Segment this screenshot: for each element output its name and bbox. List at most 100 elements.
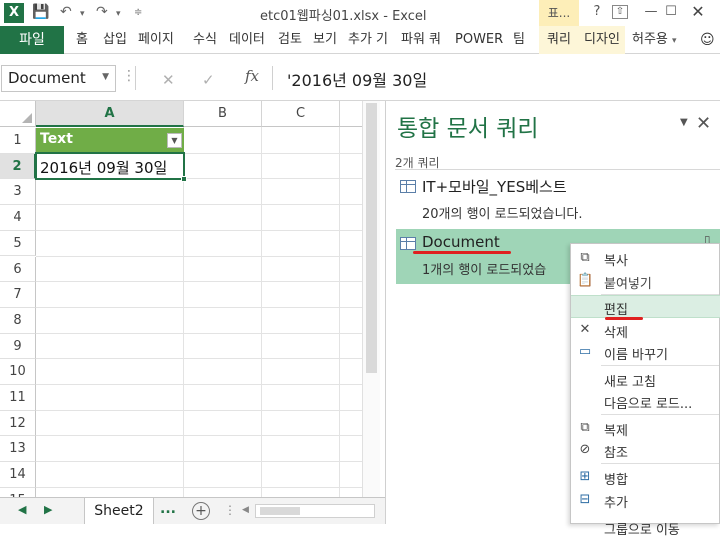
- column-header-c[interactable]: C: [262, 101, 340, 127]
- undo-dropdown-icon[interactable]: ▾: [80, 9, 85, 19]
- close-icon[interactable]: ✕: [676, 0, 720, 24]
- tab-page-layout[interactable]: 페이지: [138, 26, 174, 54]
- vertical-scrollbar[interactable]: [362, 101, 380, 497]
- table-header-cell[interactable]: Text: [36, 128, 184, 153]
- menu-item-delete[interactable]: ✕ 삭제: [571, 319, 720, 342]
- formula-bar-grip-icon[interactable]: ⋮: [122, 68, 136, 84]
- ribbon-tabs: 파일 홈 삽입 페이지 수식 데이터 검토 보기 추가 기 파워 쿼 POWER…: [0, 26, 720, 54]
- menu-item-duplicate[interactable]: ⧉ 복제: [571, 417, 720, 440]
- row-header-5[interactable]: 5: [0, 230, 36, 257]
- menu-item-copy[interactable]: ⧉ 복사: [571, 247, 720, 270]
- ribbon-display-options-icon[interactable]: ⇧: [612, 5, 628, 19]
- tab-view[interactable]: 보기: [313, 26, 337, 54]
- copy-icon: ⧉: [580, 250, 590, 265]
- query-item-it-mobile[interactable]: IT+모바일_YES베스트 20개의 행이 로드되었습니다.: [396, 173, 720, 225]
- tab-insert[interactable]: 삽입: [103, 26, 127, 54]
- menu-item-paste[interactable]: 📋 붙여넣기: [571, 270, 720, 293]
- row-header-9[interactable]: 9: [0, 333, 36, 360]
- filter-dropdown-icon[interactable]: ▼: [167, 133, 182, 148]
- tab-home[interactable]: 홈: [76, 26, 88, 54]
- menu-item-append[interactable]: ⊟ 추가: [571, 489, 720, 512]
- save-icon[interactable]: 💾: [32, 4, 49, 20]
- menu-item-label: 삭제: [604, 326, 628, 341]
- rename-icon: ▭: [578, 344, 592, 359]
- column-header-a[interactable]: A: [36, 101, 184, 127]
- user-account[interactable]: 허주용 ▾: [632, 26, 677, 54]
- row-gridline: [36, 461, 362, 463]
- undo-icon[interactable]: ↶: [60, 4, 72, 20]
- excel-logo-icon[interactable]: X: [4, 3, 24, 23]
- row-header-8[interactable]: 8: [0, 307, 36, 334]
- name-box[interactable]: Document ▼: [1, 65, 116, 92]
- user-avatar-icon[interactable]: ☺: [700, 26, 715, 54]
- tab-review[interactable]: 검토: [278, 26, 302, 54]
- tab-file[interactable]: 파일: [0, 26, 64, 54]
- insert-function-icon[interactable]: fx: [245, 67, 259, 85]
- tab-query[interactable]: 쿼리: [539, 26, 579, 54]
- vertical-scroll-thumb[interactable]: [366, 103, 377, 373]
- tab-split-handle-icon[interactable]: ⋮: [224, 503, 236, 517]
- tab-add-ins[interactable]: 추가 기: [348, 26, 388, 54]
- menu-item-rename[interactable]: ▭ 이름 바꾸기: [571, 341, 720, 364]
- pane-options-icon[interactable]: ▼: [680, 117, 688, 128]
- sheet-tab-sheet2[interactable]: Sheet2: [84, 498, 154, 524]
- row-header-7[interactable]: 7: [0, 282, 36, 308]
- pane-close-icon[interactable]: ✕: [696, 113, 711, 134]
- tab-power[interactable]: POWER: [455, 26, 503, 54]
- menu-item-refresh[interactable]: 새로 고침: [571, 368, 720, 391]
- menu-item-label: 새로 고침: [604, 375, 656, 390]
- row-gridline: [36, 204, 362, 206]
- sheet-scroll-left-icon[interactable]: ◀: [18, 503, 26, 516]
- cancel-icon[interactable]: ✕: [162, 71, 175, 89]
- minimize-icon[interactable]: —: [640, 2, 662, 22]
- tab-formulas[interactable]: 수식: [193, 26, 217, 54]
- menu-item-merge[interactable]: ⊞ 병합: [571, 466, 720, 489]
- redo-icon[interactable]: ↷: [96, 4, 108, 20]
- tab-data[interactable]: 데이터: [229, 26, 265, 54]
- tab-team[interactable]: 팀: [513, 26, 525, 54]
- user-dropdown-icon: ▾: [672, 36, 677, 46]
- table-icon: [400, 237, 416, 250]
- menu-item-label: 그룹으로 이동: [604, 523, 680, 538]
- row-header-12[interactable]: 12: [0, 410, 36, 437]
- column-header-d-partial[interactable]: [340, 101, 362, 127]
- enter-icon[interactable]: ✓: [202, 71, 215, 89]
- tab-design[interactable]: 디자인: [579, 26, 625, 54]
- row-header-13[interactable]: 13: [0, 436, 36, 463]
- menu-item-load-to[interactable]: 다음으로 로드...: [571, 390, 720, 413]
- menu-item-label: 다음으로 로드...: [604, 397, 693, 412]
- query-name: IT+모바일_YES베스트: [422, 178, 567, 196]
- hscroll-left-icon[interactable]: ◀: [242, 505, 249, 515]
- formula-input[interactable]: '2016년 09월 30일: [287, 67, 427, 91]
- menu-item-reference[interactable]: ⊘ 참조: [571, 439, 720, 462]
- horizontal-scroll-thumb[interactable]: [260, 507, 300, 515]
- duplicate-icon: ⧉: [580, 420, 590, 435]
- fill-handle[interactable]: [181, 176, 187, 182]
- help-icon[interactable]: ?: [586, 2, 608, 22]
- row-header-3[interactable]: 3: [0, 179, 36, 206]
- more-sheets-button[interactable]: ...: [160, 501, 176, 517]
- horizontal-scrollbar[interactable]: [255, 504, 375, 518]
- menu-item-move-to-group[interactable]: 그룹으로 이동: [571, 516, 720, 539]
- name-box-dropdown-icon[interactable]: ▼: [102, 72, 109, 82]
- row-header-4[interactable]: 4: [0, 205, 36, 231]
- merge-icon: ⊞: [579, 469, 591, 484]
- customize-qat-icon[interactable]: ≑: [134, 7, 142, 18]
- column-header-b[interactable]: B: [184, 101, 262, 127]
- pane-title: 통합 문서 쿼리: [397, 116, 539, 142]
- active-cell-a2[interactable]: 2016년 09월 30일: [35, 152, 185, 180]
- menu-item-edit[interactable]: 편집: [571, 295, 720, 318]
- select-all-button[interactable]: [0, 101, 36, 127]
- name-box-value: Document: [8, 69, 86, 87]
- row-header-14[interactable]: 14: [0, 462, 36, 488]
- row-header-2[interactable]: 2: [0, 153, 36, 180]
- row-header-1[interactable]: 1: [0, 128, 36, 154]
- row-header-6[interactable]: 6: [0, 256, 36, 283]
- title-bar: X 💾 ↶ ▾ ↷ ▾ ≑ etc01웹파싱01.xlsx - Excel 표.…: [0, 0, 720, 26]
- add-sheet-icon[interactable]: +: [192, 502, 210, 520]
- row-header-10[interactable]: 10: [0, 359, 36, 385]
- sheet-scroll-right-icon[interactable]: ▶: [44, 503, 52, 516]
- redo-dropdown-icon[interactable]: ▾: [116, 9, 121, 19]
- row-header-11[interactable]: 11: [0, 385, 36, 411]
- tab-power-query[interactable]: 파워 쿼: [401, 26, 441, 54]
